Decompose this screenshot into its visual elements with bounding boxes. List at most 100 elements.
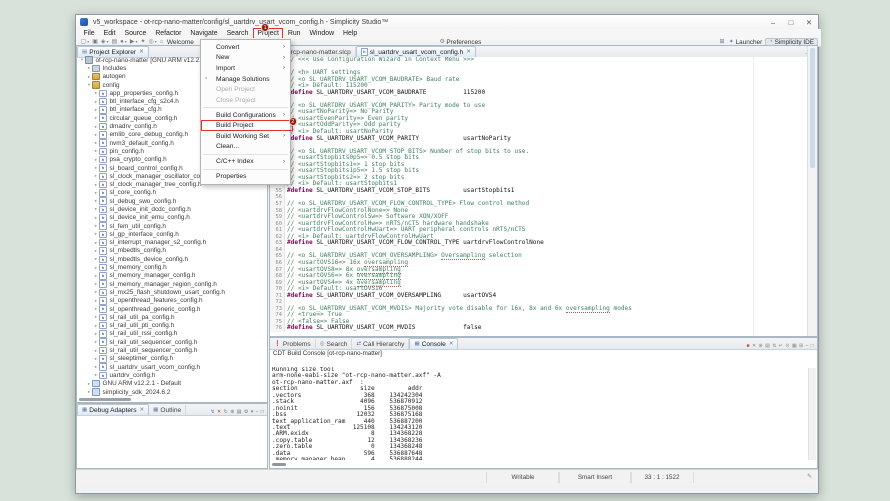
close-icon[interactable]: ✕: [140, 407, 145, 413]
project-menu-item-clean[interactable]: Clean...: [201, 142, 290, 153]
project-menu-item-c-c-index[interactable]: C/C++ Index›: [201, 156, 290, 167]
code-line[interactable]: 76#define SL_UARTDRV_USART_VCOM_MVDIS fa…: [270, 325, 817, 332]
tree-item-sl-mx25-flash-shutdown-usart-config-h[interactable]: ▸hsl_mx25_flash_shutdown_usart_config.h: [77, 288, 265, 296]
overview-ruler[interactable]: [807, 46, 817, 336]
project-menu-item-open-project: Open Project: [201, 84, 290, 95]
project-menu-item-build-configurations[interactable]: Build Configurations›: [201, 110, 290, 121]
tree-item-sl-memory-manager-config-h[interactable]: ▸hsl_memory_manager_config.h: [77, 272, 265, 280]
console-hscrollbar[interactable]: [272, 463, 286, 467]
add-adapter-icon[interactable]: ⊕: [230, 409, 234, 415]
tree-item-sl-rail-util-sequencer-config-h[interactable]: ▸hsl_rail_util_sequencer_config.h: [77, 338, 265, 346]
menubar-item-file[interactable]: File: [79, 29, 99, 38]
statusbar: Writable Smart Insert 33 : 1 : 1522 ✎: [76, 469, 818, 486]
maximize-view-icon[interactable]: □: [811, 343, 814, 349]
scroll-lock-icon[interactable]: ⇅: [772, 343, 776, 349]
tree-item-gnu-arm-v12-2-1-default[interactable]: ▸GNU ARM v12.2.1 - Default: [77, 380, 265, 388]
menubar-item-edit[interactable]: Edit: [99, 29, 120, 38]
project-menu-item-manage-solutions[interactable]: ◔Manage Solutions: [201, 74, 290, 85]
maximize-button[interactable]: □: [782, 15, 800, 29]
tree-item-uartdrv-config-h[interactable]: ▸huartdrv_config.h: [77, 371, 265, 379]
console-tabstrip: ❗Problems◎Search⇄Call Hierarchy▦Console✕…: [270, 338, 817, 350]
menubar-item-navigate[interactable]: Navigate: [186, 29, 222, 38]
editor-body[interactable]: 35// <<< Use Configuration Wizard in Con…: [270, 57, 817, 336]
tree-item-sl-rail-util-pti-config-h[interactable]: ▸hsl_rail_util_pti_config.h: [77, 322, 265, 330]
editor-vscrollbar[interactable]: [810, 48, 815, 168]
connect-icon[interactable]: ↯: [210, 409, 214, 415]
tree-item-sl-core-config-h[interactable]: ▸hsl_core_config.h: [77, 189, 265, 197]
tree-item-sl-memory-config-h[interactable]: ▸hsl_memory_config.h: [77, 263, 265, 271]
debug-toolbar: ↯✕↻⊕▤⚙▾–□: [209, 409, 267, 415]
manage-solutions-icon: ◔: [204, 76, 207, 82]
tree-item-sl-fem-util-config-h[interactable]: ▸hsl_fem_util_config.h: [77, 222, 265, 230]
tree-item-sl-device-init-dcdc-config-h[interactable]: ▸hsl_device_init_dcdc_config.h: [77, 205, 265, 213]
tree-item-sl-mbedtls-config-h[interactable]: ▸hsl_mbedtls_config.h: [77, 247, 265, 255]
remove-launch-icon[interactable]: ✕: [752, 343, 756, 349]
menubar-item-source[interactable]: Source: [120, 29, 151, 38]
tab-console[interactable]: ▦Console✕: [409, 338, 458, 349]
status-edit-icon: ✎: [807, 473, 812, 480]
dropdown-icon[interactable]: ▾: [251, 409, 254, 415]
tree-item-simplicity-sdk-2024-6-2[interactable]: ▸simplicity_sdk_2024.6.2: [77, 388, 265, 396]
tab-search[interactable]: ◎Search: [316, 339, 353, 349]
project-menu-item-properties[interactable]: Properties: [201, 171, 290, 182]
tree-item-sl-uartdrv-usart-vcom-config-h[interactable]: ▸hsl_uartdrv_usart_vcom_config.h: [77, 363, 265, 371]
explorer-hscrollbar[interactable]: [79, 398, 131, 402]
pin-console-icon[interactable]: ⊙: [785, 343, 789, 349]
maximize-view-icon[interactable]: □: [261, 409, 264, 415]
minimize-button[interactable]: –: [764, 15, 782, 29]
remove-all-launches-icon[interactable]: ⊗: [759, 343, 763, 349]
project-menu-item-convert[interactable]: Convert›: [201, 42, 290, 53]
menubar-item-search[interactable]: Search: [222, 29, 253, 38]
hfile-icon: h: [99, 264, 107, 272]
menu-separator: [203, 169, 288, 170]
menu-separator: [203, 154, 288, 155]
project-menu-item-import[interactable]: Import›: [201, 63, 290, 74]
open-console-icon[interactable]: ⊞: [799, 343, 803, 349]
tree-item-sl-sleeptimer-config-h[interactable]: ▸hsl_sleeptimer_config.h: [77, 355, 265, 363]
project-menu-item-build-project[interactable]: Build Project2: [201, 120, 290, 131]
tree-item-sl-memory-manager-region-config-h[interactable]: ▸hsl_memory_manager_region_config.h: [77, 280, 265, 288]
tree-item-sl-rail-util-rssi-config-h[interactable]: ▸hsl_rail_util_rssi_config.h: [77, 330, 265, 338]
tree-item-sl-device-init-emu-config-h[interactable]: ▸hsl_device_init_emu_config.h: [77, 214, 265, 222]
tree-item-sl-debug-swo-config-h[interactable]: ▸hsl_debug_swo_config.h: [77, 197, 265, 205]
word-wrap-icon[interactable]: ↵: [779, 343, 783, 349]
menubar-item-refactor[interactable]: Refactor: [151, 29, 186, 38]
window-controls: – □ ✕: [764, 15, 818, 29]
tree-item-sl-openthread-generic-config-h[interactable]: ▸hsl_openthread_generic_config.h: [77, 305, 265, 313]
hfile-icon: h: [99, 181, 107, 189]
close-icon[interactable]: ✕: [139, 49, 144, 55]
tab-outline[interactable]: ▦Outline: [149, 405, 186, 415]
menubar-item-project[interactable]: Project1: [253, 29, 283, 38]
view-menu-icon[interactable]: ▤: [237, 409, 242, 415]
close-button[interactable]: ✕: [800, 15, 818, 29]
close-icon[interactable]: ✕: [449, 341, 454, 347]
menubar-item-window[interactable]: Window: [305, 29, 339, 38]
tree-item-sl-mbedtls-device-config-h[interactable]: ▸hsl_mbedtls_device_config.h: [77, 255, 265, 263]
tree-item-sl-gp-interface-config-h[interactable]: ▸hsl_gp_interface_config.h: [77, 230, 265, 238]
tab-call-hierarchy[interactable]: ⇄Call Hierarchy: [352, 339, 409, 349]
display-console-icon[interactable]: ▦: [792, 343, 797, 349]
menubar-item-run[interactable]: Run: [283, 29, 305, 38]
tree-item-sl-rail-util-pa-config-h[interactable]: ▸hsl_rail_util_pa_config.h: [77, 313, 265, 321]
menubar-item-help[interactable]: Help: [339, 29, 362, 38]
minimize-view-icon[interactable]: –: [806, 343, 809, 349]
project-menu-item-new[interactable]: New›: [201, 53, 290, 64]
hfile-icon: h: [99, 106, 107, 114]
clear-console-icon[interactable]: ▤: [765, 343, 770, 349]
disconnect-icon[interactable]: ✕: [217, 409, 221, 415]
tree-item-sl-rail-util-sequencer-config-h[interactable]: ▸hsl_rail_util_sequencer_config.h: [77, 346, 265, 354]
settings-icon[interactable]: ⚙: [244, 409, 248, 415]
tree-item-sl-openthread-features-config-h[interactable]: ▸hsl_openthread_features_config.h: [77, 297, 265, 305]
tree-item-sl-interrupt-manager-s2-config-h[interactable]: ▸hsl_interrupt_manager_s2_config.h: [77, 239, 265, 247]
console-line: .memory_manager_heap 4 536888244: [272, 457, 807, 460]
tab-problems[interactable]: ❗Problems: [270, 339, 316, 349]
console-vscrollbar[interactable]: [808, 368, 816, 460]
editor-tab-sl-uartdrv-usart-vcom-config-h[interactable]: hsl_uartdrv_usart_vcom_config.h✕: [356, 46, 476, 57]
refresh-icon[interactable]: ↻: [224, 409, 228, 415]
debug-adapters-tabstrip: ▦Debug Adapters✕▦Outline↯✕↻⊕▤⚙▾–□: [77, 404, 267, 416]
terminate-icon[interactable]: ■: [747, 343, 750, 349]
project-menu-item-build-working-set[interactable]: Build Working Set›: [201, 131, 290, 142]
tab-debug-adapters[interactable]: ▦Debug Adapters✕: [77, 404, 149, 415]
close-icon[interactable]: ✕: [466, 49, 471, 55]
minimize-view-icon[interactable]: –: [256, 409, 259, 415]
